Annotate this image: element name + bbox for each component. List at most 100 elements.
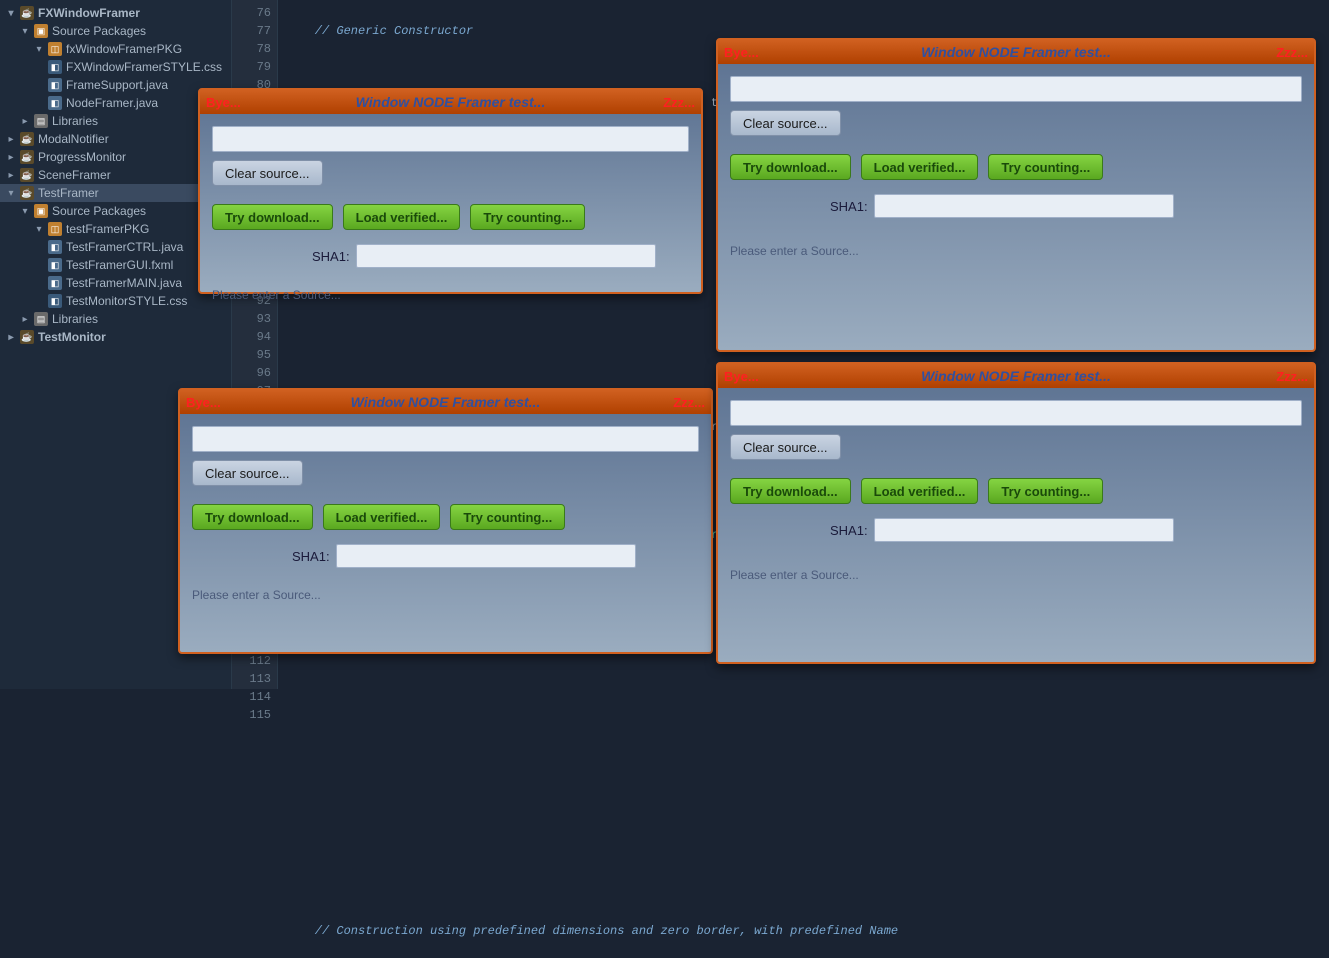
tree-project[interactable]: ▾☕TestFramer (0, 184, 231, 202)
tree-label: fxWindowFramerPKG (66, 42, 182, 56)
tree-file[interactable]: ◧ FXWindowFramerSTYLE.css (0, 58, 231, 76)
tree-package[interactable]: ▾◫fxWindowFramerPKG (0, 40, 231, 58)
framer-window[interactable]: Bye... Window NODE Framer test... Zzz...… (716, 38, 1316, 352)
code-comment: // Generic Constructor (286, 24, 473, 38)
load-verified-button[interactable]: Load verified... (861, 154, 979, 180)
project-icon: ☕ (20, 132, 34, 146)
minimize-button[interactable]: Zzz... (673, 395, 705, 410)
tree-label: FXWindowFramerSTYLE.css (66, 60, 222, 74)
tree-toggle[interactable]: ▾ (6, 8, 16, 19)
tree-label: FXWindowFramer (38, 6, 140, 20)
css-file-icon: ◧ (48, 60, 62, 74)
tree-label: FrameSupport.java (66, 78, 168, 92)
close-button[interactable]: Bye... (724, 369, 759, 384)
close-button[interactable]: Bye... (186, 395, 221, 410)
clear-source-button[interactable]: Clear source... (730, 110, 841, 136)
try-download-button[interactable]: Try download... (730, 478, 851, 504)
tree-file[interactable]: ◧NodeFramer.java (0, 94, 231, 112)
tree-project[interactable]: ▸☕TestMonitor (0, 328, 231, 346)
tree-toggle[interactable]: ▾ (20, 26, 30, 37)
tree-label: TestMonitorSTYLE.css (66, 294, 187, 308)
tree-toggle[interactable]: ▾ (6, 188, 16, 199)
tree-folder[interactable]: ▸▤Libraries (0, 310, 231, 328)
load-verified-button[interactable]: Load verified... (861, 478, 979, 504)
tree-toggle[interactable]: ▸ (20, 116, 30, 127)
tree-project[interactable]: ▾ ☕ FXWindowFramer (0, 4, 231, 22)
tree-package[interactable]: ▾◫testFramerPKG (0, 220, 231, 238)
sha1-label: SHA1: (830, 523, 868, 538)
sha1-input[interactable] (874, 194, 1174, 218)
java-file-icon: ◧ (48, 240, 62, 254)
window-titlebar[interactable]: Bye... Window NODE Framer test... Zzz... (180, 390, 711, 414)
status-text: Please enter a Source... (730, 244, 1302, 258)
window-titlebar[interactable]: Bye... Window NODE Framer test... Zzz... (718, 40, 1314, 64)
close-button[interactable]: Bye... (724, 45, 759, 60)
tree-label: Source Packages (52, 24, 146, 38)
try-counting-button[interactable]: Try counting... (450, 504, 565, 530)
source-input[interactable] (730, 400, 1302, 426)
tree-folder[interactable]: ▾ ▣ Source Packages (0, 22, 231, 40)
library-icon: ▤ (34, 114, 48, 128)
css-file-icon: ◧ (48, 294, 62, 308)
tree-label: Libraries (52, 312, 98, 326)
tree-project[interactable]: ▸ ☕ ModalNotifier (0, 130, 231, 148)
sha1-input[interactable] (356, 244, 656, 268)
tree-toggle[interactable]: ▾ (34, 44, 44, 55)
tree-project[interactable]: ▸☕SceneFramer (0, 166, 231, 184)
minimize-button[interactable]: Zzz... (663, 95, 695, 110)
project-icon: ☕ (20, 6, 34, 20)
tree-toggle[interactable]: ▾ (34, 224, 44, 235)
try-download-button[interactable]: Try download... (730, 154, 851, 180)
try-counting-button[interactable]: Try counting... (988, 478, 1103, 504)
status-text: Please enter a Source... (730, 568, 1302, 582)
framer-window[interactable]: Bye... Window NODE Framer test... Zzz...… (198, 88, 703, 294)
source-input[interactable] (212, 126, 689, 152)
close-button[interactable]: Bye... (206, 95, 241, 110)
fxml-file-icon: ◧ (48, 258, 62, 272)
tree-label: SceneFramer (38, 168, 111, 182)
try-counting-button[interactable]: Try counting... (988, 154, 1103, 180)
window-titlebar[interactable]: Bye... Window NODE Framer test... Zzz... (200, 90, 701, 114)
clear-source-button[interactable]: Clear source... (192, 460, 303, 486)
tree-label: ProgressMonitor (38, 150, 126, 164)
tree-label: ModalNotifier (38, 132, 109, 146)
sha1-input[interactable] (336, 544, 636, 568)
tree-label: Source Packages (52, 204, 146, 218)
try-download-button[interactable]: Try download... (192, 504, 313, 530)
folder-icon: ▣ (34, 24, 48, 38)
clear-source-button[interactable]: Clear source... (212, 160, 323, 186)
package-icon: ◫ (48, 222, 62, 236)
tree-toggle[interactable]: ▸ (6, 332, 16, 343)
tree-project[interactable]: ▸☕ProgressMonitor (0, 148, 231, 166)
tree-file[interactable]: ◧FrameSupport.java (0, 76, 231, 94)
tree-file[interactable]: ◧TestFramerGUI.fxml (0, 256, 231, 274)
tree-label: TestMonitor (38, 330, 106, 344)
source-input[interactable] (730, 76, 1302, 102)
try-download-button[interactable]: Try download... (212, 204, 333, 230)
minimize-button[interactable]: Zzz... (1276, 45, 1308, 60)
window-title: Window NODE Framer test... (208, 94, 693, 110)
tree-toggle[interactable]: ▸ (20, 314, 30, 325)
source-input[interactable] (192, 426, 699, 452)
project-icon: ☕ (20, 186, 34, 200)
sha1-input[interactable] (874, 518, 1174, 542)
tree-toggle[interactable]: ▸ (6, 152, 16, 163)
tree-folder[interactable]: ▾▣Source Packages (0, 202, 231, 220)
tree-toggle[interactable]: ▸ (6, 134, 16, 145)
tree-file[interactable]: ◧ TestMonitorSTYLE.css (0, 292, 231, 310)
tree-toggle[interactable]: ▸ (6, 170, 16, 181)
framer-window[interactable]: Bye... Window NODE Framer test... Zzz...… (178, 388, 713, 654)
load-verified-button[interactable]: Load verified... (323, 504, 441, 530)
window-titlebar[interactable]: Bye... Window NODE Framer test... Zzz... (718, 364, 1314, 388)
framer-window[interactable]: Bye... Window NODE Framer test... Zzz...… (716, 362, 1316, 664)
tree-toggle[interactable]: ▾ (20, 206, 30, 217)
tree-file[interactable]: ◧TestFramerMAIN.java (0, 274, 231, 292)
clear-source-button[interactable]: Clear source... (730, 434, 841, 460)
tree-label: TestFramerCTRL.java (66, 240, 183, 254)
load-verified-button[interactable]: Load verified... (343, 204, 461, 230)
minimize-button[interactable]: Zzz... (1276, 369, 1308, 384)
tree-file[interactable]: ◧ TestFramerCTRL.java (0, 238, 231, 256)
tree-label: Libraries (52, 114, 98, 128)
tree-folder[interactable]: ▸ ▤ Libraries (0, 112, 231, 130)
try-counting-button[interactable]: Try counting... (470, 204, 585, 230)
